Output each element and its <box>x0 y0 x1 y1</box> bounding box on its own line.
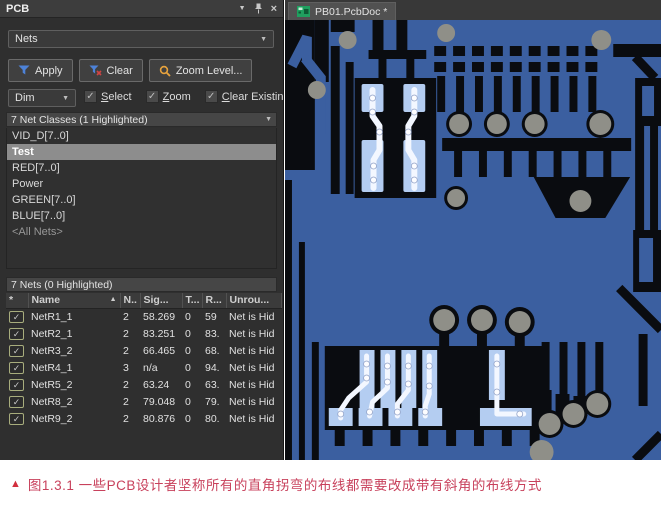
panel-menu-icon[interactable]: ▼ <box>239 5 246 12</box>
net-visible-checkbox[interactable]: ✓ <box>9 413 24 425</box>
net-row[interactable]: ✓ NetR3_22 66.4650 68.Net is Hid <box>6 342 282 359</box>
net-class-list: VID_D[7..0] Test RED[7..0] Power GREEN[7… <box>6 128 277 269</box>
net-visible-checkbox[interactable]: ✓ <box>9 345 24 357</box>
net-row[interactable]: ✓ NetR4_13 n/a0 94.Net is Hid <box>6 359 282 376</box>
zoom-level-button[interactable]: Zoom Level... <box>149 59 253 82</box>
document-tab-bar: PB01.PcbDoc * <box>285 0 661 20</box>
magnifier-icon <box>159 65 171 77</box>
nets-header: 7 Nets (0 Highlighted) <box>6 277 277 292</box>
net-class-item[interactable]: BLUE[7..0] <box>7 208 276 224</box>
net-class-item[interactable]: Power <box>7 176 276 192</box>
net-class-item[interactable]: RED[7..0] <box>7 160 276 176</box>
pin-icon[interactable] <box>254 3 263 14</box>
nets-table: * Name▲ N.. Sig... T... R... Unrou... ✓ … <box>6 293 282 427</box>
net-row[interactable]: ✓ NetR1_12 58.2690 59Net is Hid <box>6 308 282 325</box>
net-visible-checkbox[interactable]: ✓ <box>9 311 24 323</box>
net-visible-checkbox[interactable]: ✓ <box>9 379 24 391</box>
clear-funnel-icon <box>89 65 102 76</box>
pcb-doc-icon <box>297 6 310 17</box>
pcb-canvas[interactable] <box>285 20 661 460</box>
apply-button[interactable]: Apply <box>8 59 73 82</box>
panel-title: PCB <box>6 3 29 15</box>
panel-mode-select[interactable]: Nets ▼ <box>8 30 274 48</box>
col-t[interactable]: T... <box>182 293 202 308</box>
pcb-panel-header: PCB ▼ × <box>0 0 283 18</box>
app-root: PCB ▼ × Nets ▼ Apply <box>0 0 661 507</box>
col-check[interactable]: * <box>6 293 28 308</box>
net-row[interactable]: ✓ NetR2_12 83.2510 83.Net is Hid <box>6 325 282 342</box>
col-nodes[interactable]: N.. <box>120 293 140 308</box>
col-name[interactable]: Name▲ <box>28 293 120 308</box>
select-checkbox[interactable]: ✓ Select <box>84 90 132 103</box>
net-classes-header[interactable]: 7 Net Classes (1 Highlighted) ▼ <box>6 112 277 127</box>
clear-existing-checkbox[interactable]: ✓ Clear Existing <box>205 90 283 103</box>
col-unrouted[interactable]: Unrou... <box>226 293 282 308</box>
net-visible-checkbox[interactable]: ✓ <box>9 362 24 374</box>
dim-select[interactable]: Dim ▼ <box>8 89 76 107</box>
dim-value: Dim <box>15 92 35 104</box>
chevron-down-icon: ▼ <box>265 116 272 123</box>
chevron-down-icon: ▼ <box>62 95 69 102</box>
net-class-item[interactable]: GREEN[7..0] <box>7 192 276 208</box>
document-area: PB01.PcbDoc * <box>285 0 661 460</box>
clear-button[interactable]: Clear <box>79 59 143 82</box>
net-row[interactable]: ✓ NetR8_22 79.0480 79.Net is Hid <box>6 393 282 410</box>
pcb-layout-graphic <box>285 20 661 460</box>
panel-mode-value: Nets <box>15 33 38 45</box>
net-row[interactable]: ✓ NetR9_22 80.8760 80.Net is Hid <box>6 410 282 427</box>
net-visible-checkbox[interactable]: ✓ <box>9 396 24 408</box>
nets-table-header-row: * Name▲ N.. Sig... T... R... Unrou... <box>6 293 282 308</box>
figure-caption-bar: ▲ 图1.3.1 一些PCB设计者坚称所有的直角拐弯的布线都需要改成带有斜角的布… <box>0 460 661 507</box>
net-visible-checkbox[interactable]: ✓ <box>9 328 24 340</box>
net-row[interactable]: ✓ NetR5_22 63.240 63.Net is Hid <box>6 376 282 393</box>
check-icon: ✓ <box>205 90 218 103</box>
close-icon[interactable]: × <box>271 4 277 14</box>
col-signal[interactable]: Sig... <box>140 293 182 308</box>
apply-funnel-icon <box>18 65 30 76</box>
net-class-item[interactable]: VID_D[7..0] <box>7 128 276 144</box>
tab-pb01-pcbdoc[interactable]: PB01.PcbDoc * <box>288 2 396 20</box>
chevron-down-icon: ▼ <box>260 36 267 43</box>
check-icon: ✓ <box>146 90 159 103</box>
check-icon: ✓ <box>84 90 97 103</box>
zoom-checkbox[interactable]: ✓ Zoom <box>146 90 191 103</box>
col-routed[interactable]: R... <box>202 293 226 308</box>
figure-caption: 图1.3.1 一些PCB设计者坚称所有的直角拐弯的布线都需要改成带有斜角的布线方… <box>28 474 542 494</box>
net-class-item[interactable]: <All Nets> <box>7 224 276 240</box>
sort-asc-icon: ▲ <box>110 296 117 303</box>
caption-triangle-icon: ▲ <box>10 478 21 490</box>
pcb-panel: PCB ▼ × Nets ▼ Apply <box>0 0 284 460</box>
net-class-item[interactable]: Test <box>7 144 276 160</box>
